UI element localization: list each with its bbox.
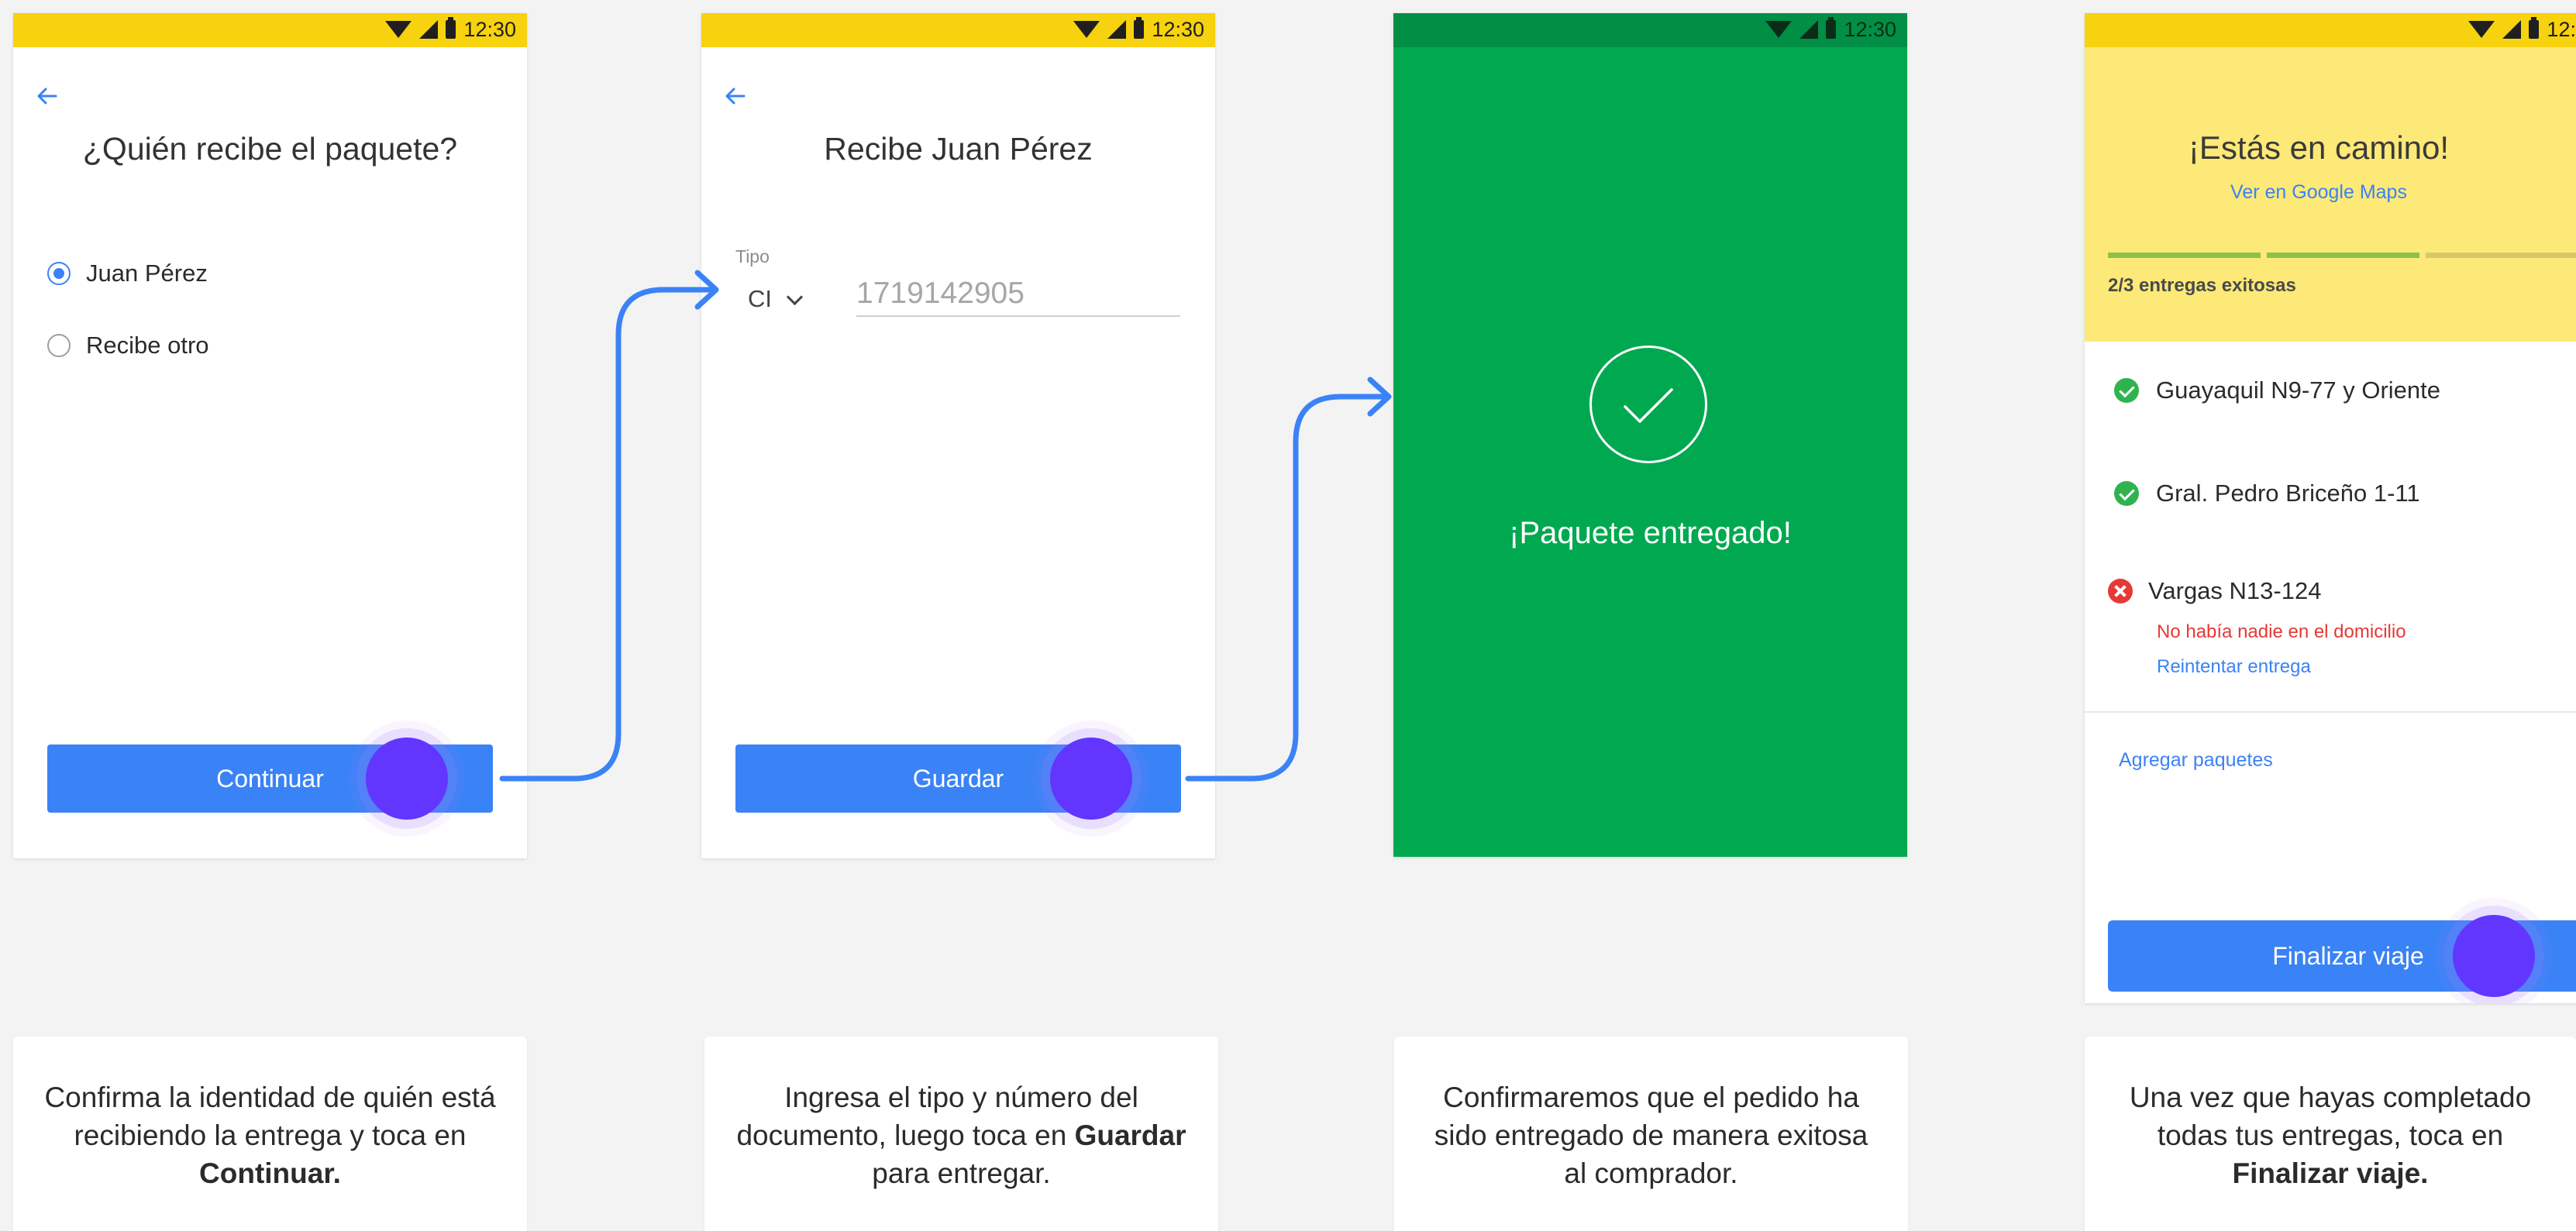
caption-text: Ingresa el tipo y número del documento, … (736, 1081, 1186, 1189)
caption-text: Una vez que hayas completado todas tus e… (2129, 1081, 2532, 1189)
caption-card-4: Una vez que hayas completado todas tus e… (2085, 1037, 2576, 1231)
caption-text: Confirmaremos que el pedido ha sido entr… (1434, 1081, 1868, 1189)
caption-card-2: Ingresa el tipo y número del documento, … (704, 1037, 1218, 1231)
onboarding-stage: 12:30 ¿Quién recibe el paquete? Juan Pér… (0, 0, 2576, 1231)
flow-arrow-1-2 (499, 287, 718, 782)
caption-card-3: Confirmaremos que el pedido ha sido entr… (1394, 1037, 1908, 1231)
caption-card-1: Confirma la identidad de quién está reci… (13, 1037, 527, 1231)
flow-arrow-2-3 (1185, 394, 1390, 782)
caption-text: Confirma la identidad de quién está reci… (44, 1081, 496, 1189)
